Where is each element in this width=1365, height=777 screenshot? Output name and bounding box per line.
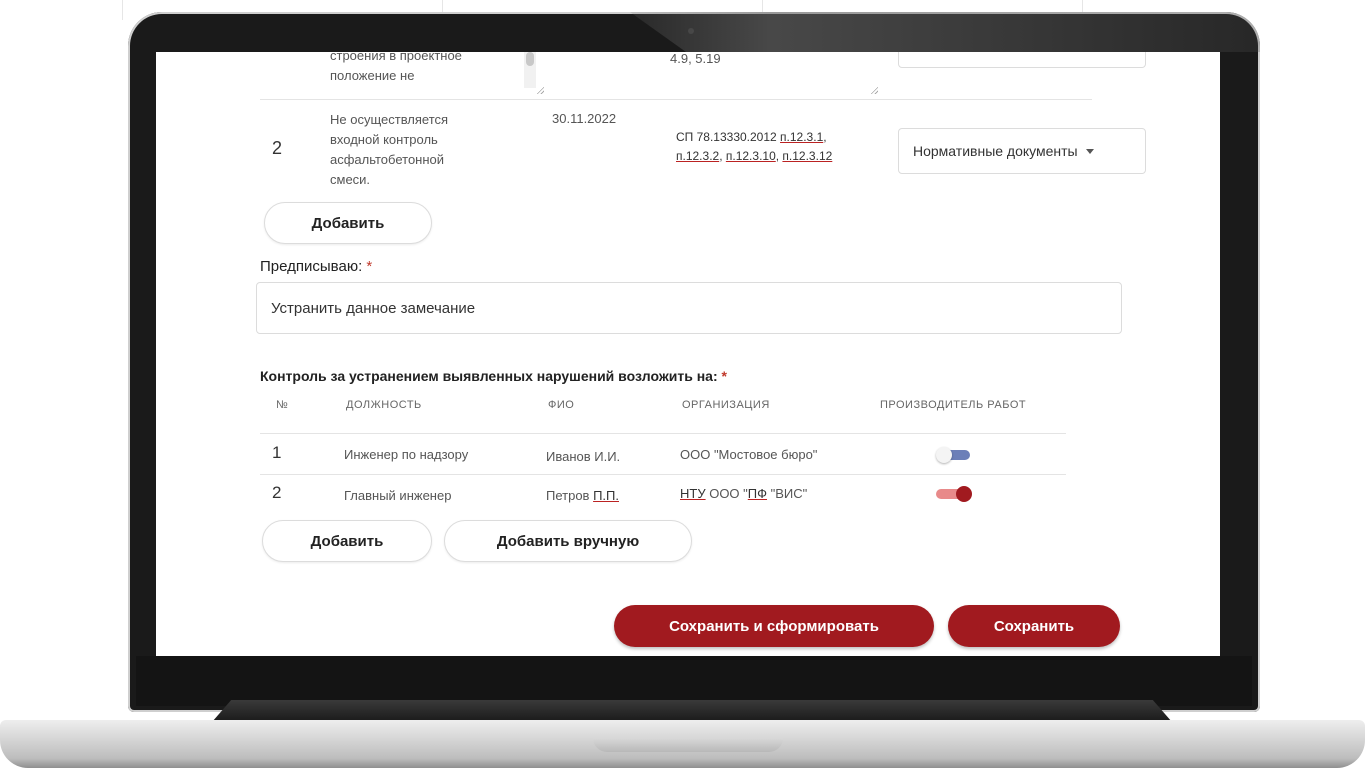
bezel-bottom xyxy=(136,656,1252,706)
name-link[interactable]: П.П. xyxy=(593,488,619,503)
control-label-text: Контроль за устранением выявленных наруш… xyxy=(260,368,718,384)
save-button[interactable]: Сохранить xyxy=(948,605,1120,647)
col-header-position: ДОЛЖНОСТЬ xyxy=(346,399,422,411)
chevron-down-icon xyxy=(1085,148,1094,154)
org-link[interactable]: ПФ xyxy=(748,486,767,501)
org-text: ООО " xyxy=(705,486,748,501)
table-row-num: 1 xyxy=(272,443,282,462)
save-and-generate-button[interactable]: Сохранить и сформировать xyxy=(614,605,934,647)
norm-link[interactable]: п.12.3.2 xyxy=(676,149,719,163)
table-row-org: ООО "Мостовое бюро" xyxy=(680,447,818,462)
norm-link[interactable]: п.12.3.10 xyxy=(726,149,776,163)
resize-handle-icon[interactable] xyxy=(536,86,544,94)
norms-select-row1[interactable] xyxy=(898,52,1146,68)
row-divider xyxy=(260,433,1066,434)
table-row-name: Петров П.П. xyxy=(546,485,619,506)
resize-handle-icon[interactable] xyxy=(870,86,878,94)
col-header-name: ФИО xyxy=(548,399,575,411)
description-scrollbar[interactable] xyxy=(524,52,536,88)
laptop-notch xyxy=(593,738,783,752)
screen: строения в проектное положение не 4.9, 5… xyxy=(156,52,1220,656)
producer-toggle-off[interactable] xyxy=(936,447,972,463)
row-divider xyxy=(260,99,1092,100)
toggle-knob xyxy=(936,447,952,463)
add-manual-button[interactable]: Добавить вручную xyxy=(444,520,692,562)
prescribe-input[interactable]: Устранить данное замечание xyxy=(256,282,1122,334)
table-row-position: Главный инженер xyxy=(344,488,452,503)
norm-standard: СП 78.13330.2012 xyxy=(676,130,781,144)
background-line xyxy=(122,0,123,20)
norm-separator: , xyxy=(823,130,827,144)
prescribe-value: Устранить данное замечание xyxy=(271,299,476,317)
required-mark: * xyxy=(721,368,727,384)
table-row-org: НТУ ООО "ПФ "ВИС" xyxy=(680,483,807,504)
table-row-name: Иванов И.И. xyxy=(546,449,621,464)
col-header-org: ОРГАНИЗАЦИЯ xyxy=(682,399,770,411)
prescribe-label-text: Предписываю: xyxy=(260,258,363,275)
col-header-producer: ПРОИЗВОДИТЕЛЬ РАБОТ xyxy=(880,399,1027,411)
table-row-position: Инженер по надзору xyxy=(344,447,469,462)
violation-1-norms: 4.9, 5.19 xyxy=(670,52,721,66)
name-prefix: Петров xyxy=(546,488,594,503)
prescribe-label: Предписываю: * xyxy=(260,258,372,275)
row-divider xyxy=(260,474,1066,475)
violation-2-number: 2 xyxy=(272,138,283,158)
violation-1-description: строения в проектное положение не xyxy=(330,52,462,83)
table-row-num: 2 xyxy=(272,483,282,502)
col-header-num: № xyxy=(276,399,289,411)
add-violation-button[interactable]: Добавить xyxy=(264,202,432,244)
control-label: Контроль за устранением выявленных наруш… xyxy=(260,368,727,384)
org-link[interactable]: НТУ xyxy=(680,486,706,501)
norms-select-row2[interactable]: Нормативные документы xyxy=(898,128,1146,174)
toggle-knob xyxy=(956,486,972,502)
norms-select-label: Нормативные документы xyxy=(913,143,1078,159)
org-text: "ВИС" xyxy=(767,486,808,501)
producer-toggle-on[interactable] xyxy=(936,486,972,502)
violation-2-date: 30.11.2022 xyxy=(552,111,617,126)
keyboard-hinge xyxy=(212,700,1172,722)
violation-2-description: Не осуществляется входной контроль асфал… xyxy=(330,112,449,187)
add-responsible-button[interactable]: Добавить xyxy=(262,520,432,562)
required-mark: * xyxy=(366,258,373,275)
norm-link[interactable]: п.12.3.12 xyxy=(782,149,832,163)
norm-link[interactable]: п.12.3.1 xyxy=(780,130,823,144)
norm-separator: , xyxy=(719,149,726,163)
violation-2-norms: СП 78.13330.2012 п.12.3.1, п.12.3.2, п.12… xyxy=(676,128,876,166)
